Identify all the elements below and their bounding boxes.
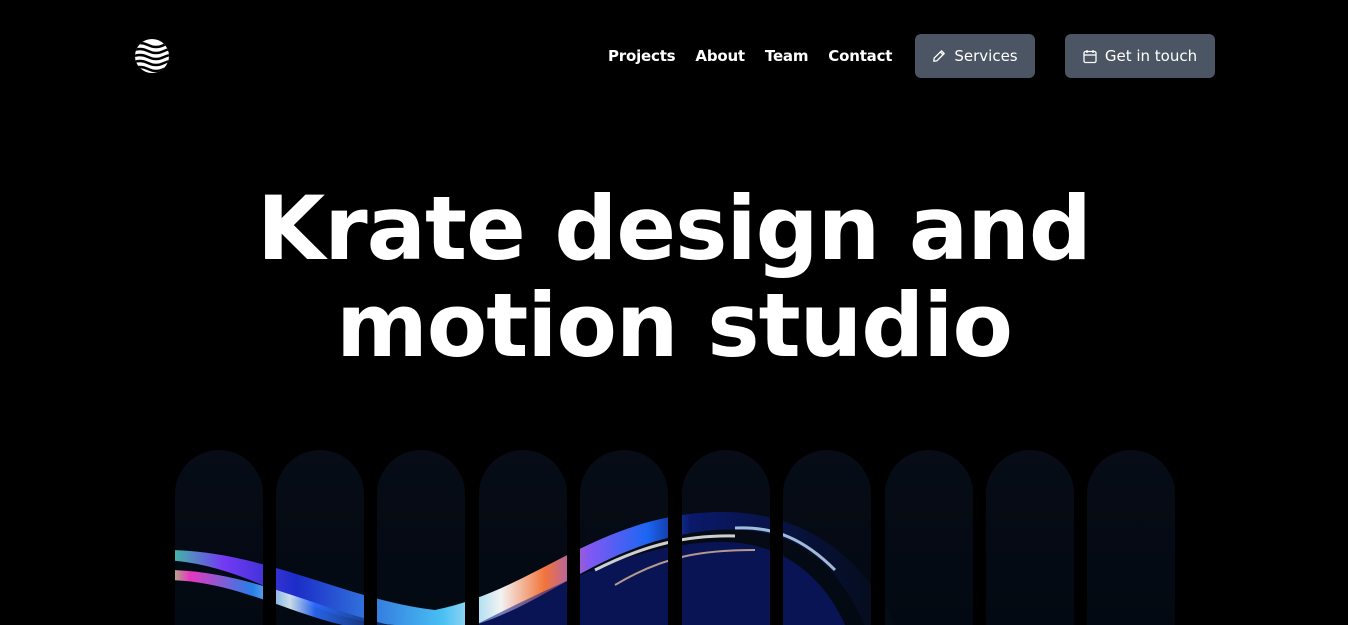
nav-link-about[interactable]: About xyxy=(695,45,745,67)
hero-title-line-1: Krate design and xyxy=(257,177,1092,280)
hero-visual xyxy=(175,450,1175,625)
get-in-touch-label: Get in touch xyxy=(1104,47,1198,65)
services-button[interactable]: Services xyxy=(915,34,1035,78)
main-nav: Projects About Team Contact xyxy=(608,45,892,67)
get-in-touch-button[interactable]: Get in touch xyxy=(1065,34,1215,78)
calendar-icon xyxy=(1083,49,1097,64)
pillar-visual xyxy=(175,450,1175,625)
site-header: Projects About Team Contact Services Get… xyxy=(0,0,1348,112)
nav-link-projects[interactable]: Projects xyxy=(608,45,676,67)
page: Projects About Team Contact Services Get… xyxy=(0,0,1348,625)
wave-globe-icon[interactable] xyxy=(134,38,170,74)
services-label: Services xyxy=(954,47,1018,65)
pencil-icon xyxy=(932,49,946,63)
nav-link-contact[interactable]: Contact xyxy=(828,45,892,67)
hero-title-line-2: motion studio xyxy=(336,274,1013,377)
nav-link-team[interactable]: Team xyxy=(765,45,809,67)
hero-title: Krate design and motion studio xyxy=(0,180,1348,374)
